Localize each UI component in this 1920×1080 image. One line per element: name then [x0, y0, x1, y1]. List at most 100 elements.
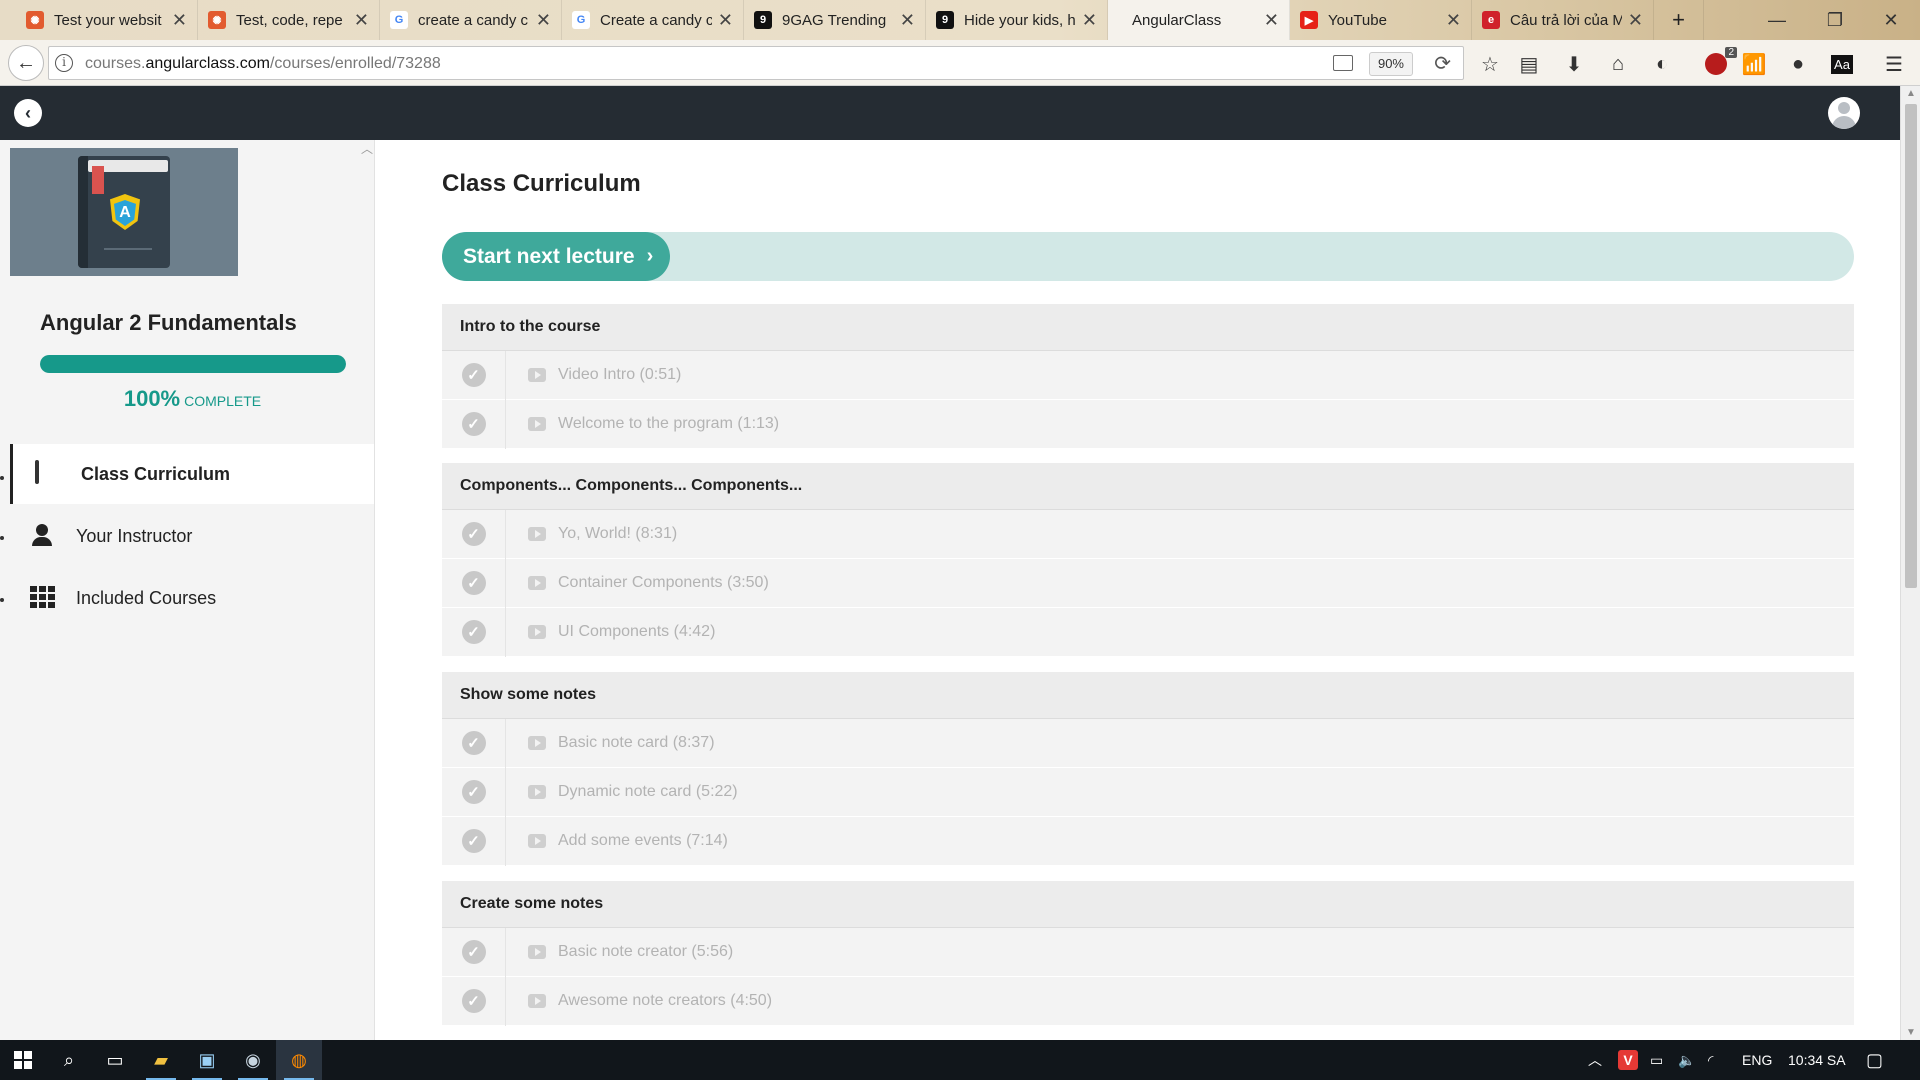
close-tab-icon[interactable]: ✕: [1082, 10, 1097, 31]
close-tab-icon[interactable]: ✕: [1628, 10, 1643, 31]
close-window-icon[interactable]: ✕: [1868, 0, 1914, 40]
info-icon[interactable]: i: [55, 54, 73, 72]
lecture-name[interactable]: Dynamic note card (5:22): [558, 783, 738, 801]
browser-tab[interactable]: 9 9GAG Trending ✕: [744, 0, 926, 40]
check-icon: ✓: [461, 780, 486, 804]
extension-icon[interactable]: ●: [1784, 50, 1812, 78]
tray-chevron-icon[interactable]: ︿: [1588, 1040, 1602, 1080]
check-icon: ✓: [461, 522, 486, 546]
video-icon: [528, 625, 546, 639]
address-bar[interactable]: i courses.angularclass.com/courses/enrol…: [48, 46, 1464, 80]
lecture-name[interactable]: Awesome note creators (4:50): [558, 992, 772, 1010]
browser-tab[interactable]: 9 Hide your kids, h ✕: [926, 0, 1108, 40]
sidebar-item-included-courses[interactable]: Included Courses: [0, 568, 364, 628]
lecture-name[interactable]: Basic note creator (5:56): [558, 943, 733, 961]
reading-list-icon[interactable]: ▤: [1515, 50, 1543, 78]
video-icon: [528, 368, 546, 382]
progress-bar: [40, 355, 346, 373]
home-icon[interactable]: ⌂: [1604, 50, 1632, 78]
lecture-name[interactable]: Welcome to the program (1:13): [558, 415, 779, 433]
ublock-icon[interactable]: 2: [1702, 47, 1737, 78]
lecture-name[interactable]: Container Components (3:50): [558, 574, 769, 592]
lecture-row[interactable]: ✓ Basic note card (8:37): [442, 718, 1854, 768]
url-text[interactable]: courses.angularclass.com/courses/enrolle…: [85, 55, 441, 73]
browser-tab[interactable]: ✺ Test, code, repe ✕: [198, 0, 380, 40]
lecture-row[interactable]: ✓ Welcome to the program (1:13): [442, 399, 1854, 449]
close-tab-icon[interactable]: ✕: [900, 10, 915, 31]
curriculum-section: Intro to the course ✓ Video Intro (0:51) …: [442, 304, 1854, 449]
lecture-row[interactable]: ✓ Basic note creator (5:56): [442, 927, 1854, 977]
reader-view-icon[interactable]: [1333, 55, 1353, 71]
lecture-row[interactable]: ✓ Awesome note creators (4:50): [442, 976, 1854, 1026]
lecture-name[interactable]: Yo, World! (8:31): [558, 525, 677, 543]
lecture-row[interactable]: ✓ Yo, World! (8:31): [442, 509, 1854, 559]
network-icon[interactable]: ◜: [1708, 1040, 1713, 1080]
browser-tab[interactable]: ✺ Test your websit ✕: [16, 0, 198, 40]
volume-icon[interactable]: 🔈: [1678, 1040, 1695, 1080]
avatar[interactable]: [1828, 97, 1860, 129]
tab-title: Create a candy c: [600, 11, 712, 29]
section-title: Components... Components... Components..…: [442, 463, 1854, 510]
close-tab-icon[interactable]: ✕: [172, 10, 187, 31]
close-tab-icon[interactable]: ✕: [1446, 10, 1461, 31]
ublock-badge: 2: [1725, 47, 1737, 58]
minimize-icon[interactable]: —: [1754, 0, 1800, 40]
sidebar-item-your-instructor[interactable]: Your Instructor: [0, 506, 364, 566]
dictionary-icon[interactable]: Aa: [1828, 50, 1856, 78]
back-arrow-icon[interactable]: ←: [8, 45, 44, 81]
browser-tab[interactable]: e Câu trả lời của M ✕: [1472, 0, 1654, 40]
lecture-row[interactable]: ✓ Dynamic note card (5:22): [442, 767, 1854, 817]
lecture-name[interactable]: Add some events (7:14): [558, 832, 728, 850]
collapse-sidebar-icon[interactable]: ‹: [14, 99, 42, 127]
mask-icon[interactable]: ◐: [1648, 50, 1676, 78]
zoom-level[interactable]: 90%: [1368, 52, 1413, 76]
sidebar-item-class-curriculum[interactable]: Class Curriculum: [10, 444, 374, 504]
browser-tab[interactable]: G create a candy c ✕: [380, 0, 562, 40]
browser-tab[interactable]: G Create a candy c ✕: [562, 0, 744, 40]
check-icon: ✓: [461, 571, 486, 595]
lecture-row[interactable]: ✓ UI Components (4:42): [442, 607, 1854, 657]
check-icon: ✓: [461, 989, 486, 1013]
lecture-name[interactable]: Basic note card (8:37): [558, 734, 715, 752]
page-scrollbar[interactable]: ▲ ▼: [1900, 86, 1920, 1040]
youtube-icon: ▶: [1300, 11, 1318, 29]
new-tab-button[interactable]: +: [1654, 0, 1704, 40]
app-header: ‹: [0, 86, 1900, 140]
windows-start-icon[interactable]: [0, 1040, 46, 1080]
action-center-icon[interactable]: ▢: [1866, 1040, 1883, 1080]
steam-icon[interactable]: ◉: [230, 1040, 276, 1080]
video-icon: [528, 945, 546, 959]
browser-tab[interactable]: ▶ YouTube ✕: [1290, 0, 1472, 40]
store-icon[interactable]: ▣: [184, 1040, 230, 1080]
menu-icon[interactable]: ☰: [1880, 50, 1908, 78]
scroll-down-icon[interactable]: ▼: [1906, 1027, 1916, 1038]
lecture-name[interactable]: Video Intro (0:51): [558, 366, 681, 384]
close-tab-icon[interactable]: ✕: [536, 10, 551, 31]
restore-icon[interactable]: ❐: [1812, 0, 1858, 40]
language-indicator[interactable]: ENG: [1742, 1040, 1772, 1080]
firefox-icon[interactable]: ◍: [276, 1040, 322, 1080]
scroll-up-icon[interactable]: ▲: [1906, 88, 1916, 99]
reload-icon[interactable]: ⟳: [1434, 51, 1451, 76]
battery-icon[interactable]: ▭: [1650, 1040, 1663, 1080]
sidebar-item-label: Your Instructor: [76, 525, 193, 546]
file-explorer-icon[interactable]: ▰: [138, 1040, 184, 1080]
task-view-icon[interactable]: ▭: [92, 1040, 138, 1080]
download-icon[interactable]: ⬇: [1560, 50, 1588, 78]
star-icon[interactable]: ☆: [1476, 50, 1504, 78]
wifi-icon[interactable]: 📶: [1740, 50, 1768, 78]
clock[interactable]: 10:34 SA: [1788, 1040, 1846, 1080]
lecture-name[interactable]: UI Components (4:42): [558, 623, 715, 641]
vivaldi-tray-icon[interactable]: V: [1618, 1040, 1638, 1080]
start-next-lecture-button[interactable]: Start next lecture ›: [442, 232, 670, 281]
lecture-row[interactable]: ✓ Container Components (3:50): [442, 558, 1854, 608]
browser-tab-active[interactable]: AngularClass ✕: [1108, 0, 1290, 40]
close-tab-icon[interactable]: ✕: [718, 10, 733, 31]
lecture-row[interactable]: ✓ Video Intro (0:51): [442, 350, 1854, 400]
close-tab-icon[interactable]: ✕: [1264, 10, 1279, 31]
scrollbar-thumb[interactable]: [1905, 104, 1917, 588]
lecture-row[interactable]: ✓ Add some events (7:14): [442, 816, 1854, 866]
search-icon[interactable]: ⌕: [46, 1040, 92, 1080]
course-title: Angular 2 Fundamentals: [40, 310, 297, 335]
close-tab-icon[interactable]: ✕: [354, 10, 369, 31]
